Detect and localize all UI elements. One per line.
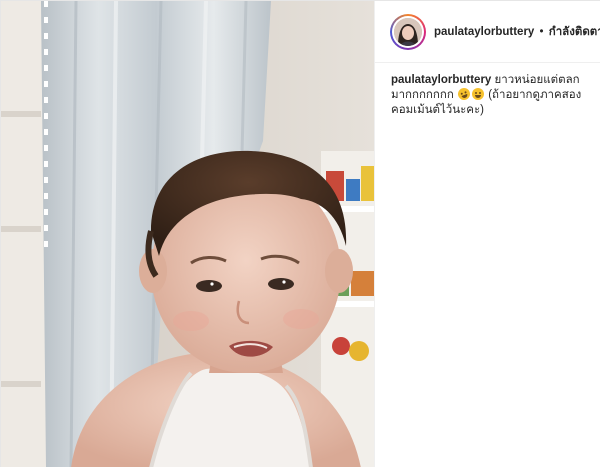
caption-username[interactable]: paulataylorbuttery — [391, 74, 491, 86]
grinning-sweat-emoji-icon — [471, 88, 484, 100]
post-video[interactable] — [1, 1, 374, 467]
avatar-image — [394, 17, 422, 46]
following-button[interactable]: กำลังติดตาม — [549, 26, 600, 38]
header-username[interactable]: paulataylorbuttery — [434, 26, 534, 38]
header-text: paulataylorbuttery • กำลังติดตาม — [434, 23, 600, 41]
post-caption: paulataylorbuttery ยาวหน่อยแต่ตลกมากกกกก… — [375, 63, 600, 118]
header-separator: • — [539, 25, 544, 38]
instagram-post: paulataylorbuttery • กำลังติดตาม paulata… — [0, 0, 600, 467]
video-frame-image — [1, 1, 374, 467]
rolling-on-floor-laughing-emoji-icon — [456, 86, 472, 102]
avatar[interactable] — [390, 13, 426, 50]
post-sidebar: paulataylorbuttery • กำลังติดตาม paulata… — [374, 1, 600, 467]
avatar-ring-inner — [392, 15, 424, 48]
post-header: paulataylorbuttery • กำลังติดตาม — [375, 1, 600, 63]
